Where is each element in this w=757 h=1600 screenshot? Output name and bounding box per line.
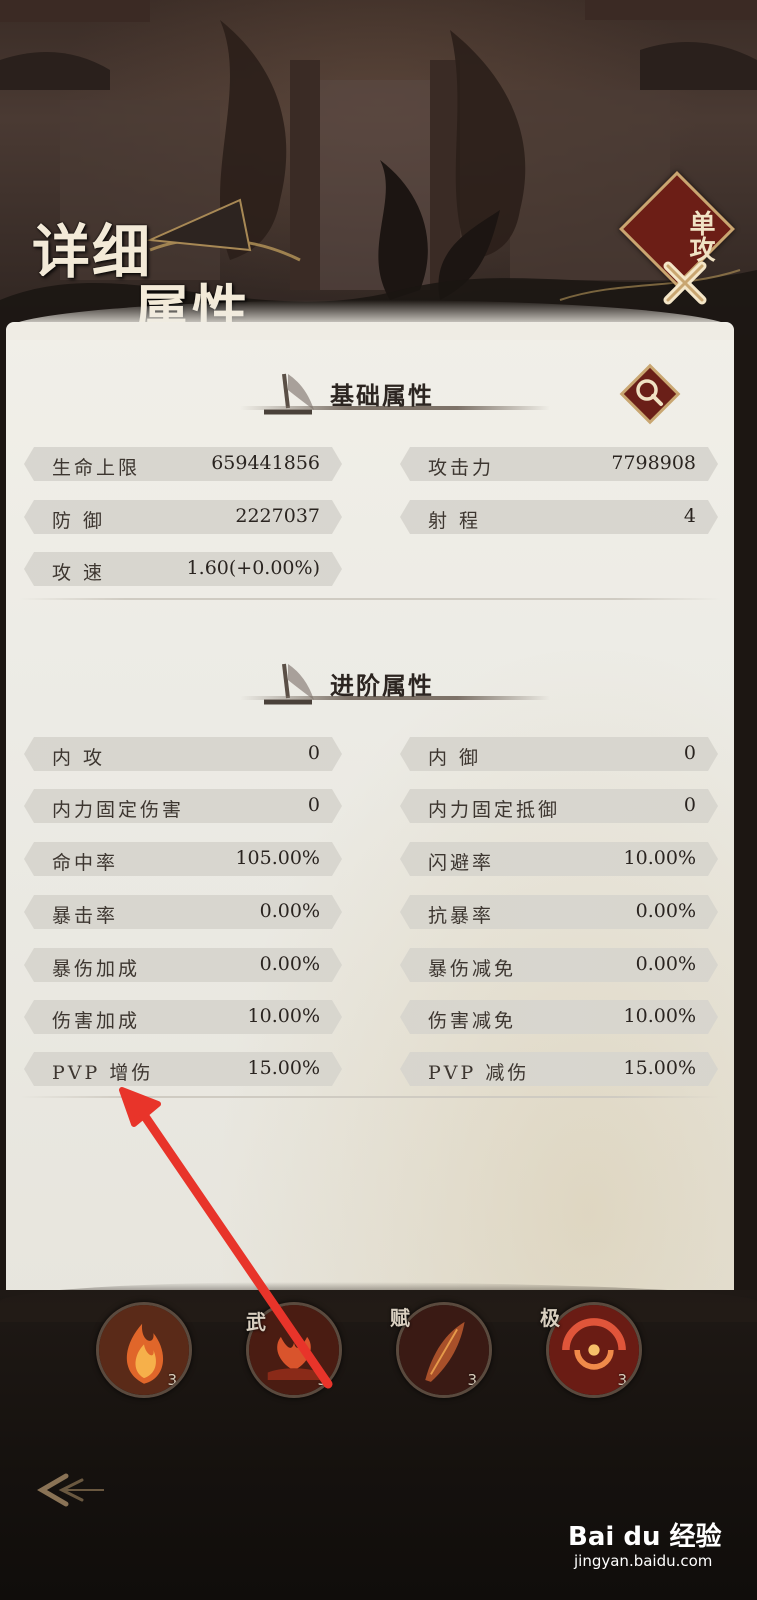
stat-label: 内 御: [428, 747, 482, 769]
stat-row-internal-defense: 内 御 0: [400, 737, 718, 771]
stat-value: 105.00%: [235, 847, 320, 869]
stat-value: 15.00%: [247, 1057, 320, 1079]
stat-row-pvp-damage-reduction: PVP 减伤 15.00%: [400, 1052, 718, 1086]
stat-value: 0.00%: [635, 953, 696, 975]
stat-value: 659441856: [211, 452, 320, 474]
brush-icon: [264, 373, 314, 415]
section-divider: [20, 1096, 720, 1098]
stat-label: 攻 速: [52, 562, 106, 584]
stat-row-crit-rate: 暴击率 0.00%: [24, 895, 342, 929]
skill-tag: 极: [540, 1306, 560, 1330]
stat-label: 防 御: [52, 510, 106, 532]
stat-value: 0: [307, 794, 320, 816]
skill-slot-3[interactable]: 3: [396, 1302, 492, 1398]
stat-row-attack-speed: 攻 速 1.60(+0.00%): [24, 552, 342, 586]
stat-row-dodge-rate: 闪避率 10.00%: [400, 842, 718, 876]
stat-label: PVP 增伤: [52, 1062, 154, 1084]
stat-row-hit-rate: 命中率 105.00%: [24, 842, 342, 876]
stat-value: 0: [683, 794, 696, 816]
advanced-section-header: 进阶属性: [240, 658, 550, 718]
stat-value: 0: [307, 742, 320, 764]
stat-row-max-hp: 生命上限 659441856: [24, 447, 342, 481]
stat-row-internal-attack: 内 攻 0: [24, 737, 342, 771]
skill-level: 3: [617, 1371, 627, 1389]
stat-value: 4: [683, 505, 696, 527]
skill-slot-1[interactable]: 3: [96, 1302, 192, 1398]
stat-label: 暴击率: [52, 905, 119, 927]
stat-label: 命中率: [52, 852, 119, 874]
stat-value: 7798908: [611, 452, 696, 474]
watermark: Bai du 经验 jingyan.baidu.com: [568, 1516, 738, 1576]
stat-label: 伤害加成: [52, 1010, 141, 1032]
stat-row-range: 射 程 4: [400, 500, 718, 534]
skill-level: 3: [317, 1371, 327, 1389]
stat-value: 0.00%: [259, 900, 320, 922]
top-banner-scene: 详细 属性: [0, 0, 757, 340]
stat-label: 生命上限: [52, 457, 141, 479]
stat-row-damage-bonus: 伤害加成 10.00%: [24, 1000, 342, 1034]
stat-label: 抗暴率: [428, 905, 495, 927]
stat-value: 2227037: [235, 505, 320, 527]
stat-row-pvp-damage-bonus: PVP 增伤 15.00%: [24, 1052, 342, 1086]
brush-icon: [264, 663, 314, 705]
stat-value: 0: [683, 742, 696, 764]
stat-row-fixed-damage: 内力固定伤害 0: [24, 789, 342, 823]
stat-label: 内力固定抵御: [428, 799, 561, 821]
stat-label: 内力固定伤害: [52, 799, 185, 821]
stat-label: 射 程: [428, 510, 482, 532]
section-divider: [20, 598, 720, 600]
stat-row-damage-reduction: 伤害减免 10.00%: [400, 1000, 718, 1034]
stat-value: 10.00%: [623, 1005, 696, 1027]
basic-section-title: 基础属性: [330, 381, 434, 410]
search-button[interactable]: [618, 362, 682, 426]
stat-value: 15.00%: [623, 1057, 696, 1079]
stat-value: 10.00%: [623, 847, 696, 869]
stat-value: 0.00%: [635, 900, 696, 922]
stat-label: 闪避率: [428, 852, 495, 874]
stat-value: 1.60(+0.00%): [186, 557, 320, 579]
stat-label: 攻击力: [428, 457, 495, 479]
stat-row-crit-damage-bonus: 暴伤加成 0.00%: [24, 948, 342, 982]
back-arrow-icon[interactable]: [36, 1472, 106, 1508]
stat-label: PVP 减伤: [428, 1062, 530, 1084]
stat-row-crit-resist: 抗暴率 0.00%: [400, 895, 718, 929]
stat-label: 暴伤减免: [428, 958, 517, 980]
stat-value: 10.00%: [247, 1005, 320, 1027]
stat-label: 暴伤加成: [52, 958, 141, 980]
skill-slot-4[interactable]: 3: [546, 1302, 642, 1398]
basic-section-header: 基础属性: [240, 368, 550, 428]
advanced-section-title: 进阶属性: [330, 671, 434, 700]
stat-label: 伤害减免: [428, 1010, 517, 1032]
stat-row-fixed-resist: 内力固定抵御 0: [400, 789, 718, 823]
skill-tag: 赋: [390, 1306, 410, 1330]
skill-level: 3: [167, 1371, 177, 1389]
watermark-brand: Bai du 经验: [568, 1522, 722, 1552]
skill-tag: 武: [246, 1310, 266, 1334]
skill-level: 3: [467, 1371, 477, 1389]
stat-value: 0.00%: [259, 953, 320, 975]
stat-row-attack: 攻击力 7798908: [400, 447, 718, 481]
stat-label: 内 攻: [52, 747, 106, 769]
close-icon[interactable]: [660, 258, 710, 308]
stat-row-defense: 防 御 2227037: [24, 500, 342, 534]
stat-row-crit-damage-reduction: 暴伤减免 0.00%: [400, 948, 718, 982]
watermark-url: jingyan.baidu.com: [574, 1552, 713, 1570]
